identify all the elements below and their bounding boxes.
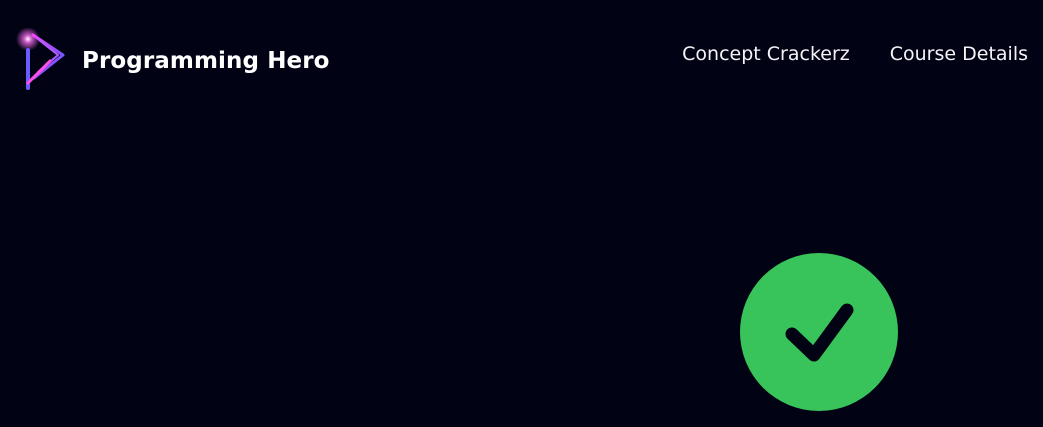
nav-link-course-details[interactable]: Course Details [890, 43, 1028, 65]
success-circle [740, 253, 898, 411]
brand-name: Programming Hero [82, 48, 330, 74]
nav-link-concept-crackerz[interactable]: Concept Crackerz [682, 43, 850, 65]
play-logo-icon [16, 28, 65, 90]
page: Programming Hero Concept Crackerz Course… [0, 0, 1043, 427]
check-circle-icon [740, 253, 898, 411]
navbar: Programming Hero Concept Crackerz Course… [0, 0, 1043, 108]
main-navigation: Concept Crackerz Course Details [682, 43, 1028, 65]
brand-link[interactable]: Programming Hero [14, 28, 330, 94]
